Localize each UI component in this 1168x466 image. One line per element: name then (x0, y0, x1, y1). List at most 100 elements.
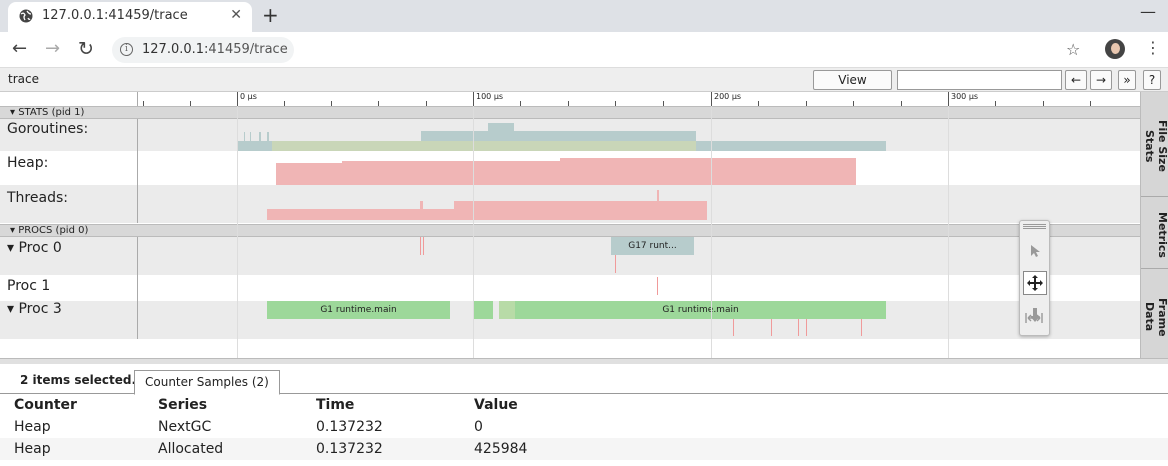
table-row[interactable]: Heap NextGC 0.137232 0 (0, 416, 1168, 438)
ruler-major-tick (711, 92, 712, 106)
slice-g1[interactable] (499, 301, 515, 319)
proc-0-label[interactable]: ▾ Proc 0 (7, 240, 62, 256)
forward-arrow-icon[interactable]: → (45, 38, 60, 59)
slice-g1[interactable] (474, 301, 493, 319)
goroutines-counter[interactable] (421, 131, 696, 141)
goroutines-counter-spike (250, 132, 251, 141)
timeline-tracks[interactable]: ▾ STATS (pid 1) Goroutines: Heap: Thread… (0, 106, 1140, 358)
event-marker[interactable] (423, 237, 424, 255)
threads-counter-step (454, 201, 707, 209)
proc-1-track[interactable]: Proc 1 (0, 275, 1140, 301)
event-marker[interactable] (615, 255, 616, 273)
track-label: Heap: (0, 151, 138, 185)
column-header-value[interactable]: Value (474, 394, 1168, 416)
drag-handle[interactable] (1023, 224, 1046, 229)
tab-title: 127.0.0.1:41459/trace (42, 8, 188, 23)
proc-1-label: Proc 1 (7, 278, 51, 294)
close-icon[interactable]: ✕ (230, 7, 242, 23)
heap-counter-step (560, 158, 856, 161)
heap-track[interactable]: Heap: (0, 151, 1140, 185)
column-header-time[interactable]: Time (316, 394, 474, 416)
table-header-row: Counter Series Time Value (0, 394, 1168, 416)
column-header-series[interactable]: Series (158, 394, 316, 416)
track-label: Threads: (0, 185, 138, 223)
browser-toolbar: ← → ↻ i 127.0.0.1:41459/trace ☆ ⋮ (0, 32, 1168, 68)
side-tab-frame-data[interactable]: Frame Data (1141, 282, 1168, 352)
track-label: ▾ Proc 3 (0, 301, 138, 339)
event-marker[interactable] (771, 319, 772, 336)
threads-counter-spike (657, 190, 659, 201)
event-marker[interactable] (806, 319, 807, 336)
cell-value: 0 (474, 419, 483, 435)
reload-icon[interactable]: ↻ (78, 38, 94, 60)
kebab-menu-icon[interactable]: ⋮ (1145, 38, 1161, 57)
info-icon[interactable]: i (120, 43, 133, 56)
threads-counter[interactable] (267, 209, 707, 220)
proc-3-track[interactable]: ▾ Proc 3 G1 runtime.main G1 runtime.main (0, 301, 1140, 339)
cell-counter: Heap (14, 419, 51, 435)
grid-line (237, 106, 238, 358)
divider (1141, 196, 1168, 197)
slice-g17[interactable]: G17 runt... (611, 237, 694, 255)
page-title: trace (8, 72, 39, 86)
goroutines-track[interactable]: Goroutines: (0, 119, 1140, 151)
threads-track[interactable]: Threads: (0, 185, 1140, 223)
tab-counter-samples[interactable]: Counter Samples (2) (134, 370, 280, 395)
url-text: 127.0.0.1:41459/trace (142, 42, 288, 57)
stats-group-header[interactable]: ▾ STATS (pid 1) (0, 106, 1140, 119)
proc-0-track[interactable]: ▾ Proc 0 G17 runt... (0, 237, 1140, 275)
grid-line (948, 106, 949, 358)
goroutines-counter-peak[interactable] (488, 123, 514, 131)
goroutines-counter-spike (259, 132, 261, 141)
find-previous-button[interactable]: ← (1065, 70, 1087, 90)
goroutines-label: Goroutines: (7, 121, 89, 137)
plus-icon[interactable]: + (262, 3, 279, 27)
globe-icon (19, 9, 33, 23)
cell-value: 425984 (474, 441, 528, 457)
address-bar[interactable]: i 127.0.0.1:41459/trace (112, 37, 294, 63)
slice-g1-main[interactable]: G1 runtime.main (515, 301, 886, 319)
goroutines-counter-spike (267, 132, 269, 141)
side-tab-metrics[interactable]: Metrics (1141, 210, 1168, 260)
procs-group-header[interactable]: ▾ PROCS (pid 0) (0, 224, 1140, 237)
column-header-counter[interactable]: Counter (0, 394, 158, 416)
back-arrow-icon[interactable]: ← (12, 38, 27, 59)
view-options-button[interactable]: View Options (813, 70, 892, 105)
threads-label: Threads: (7, 190, 68, 206)
side-panel-tabs: File Size Stats Metrics Frame Data (1140, 92, 1168, 358)
cursor-arrow-icon[interactable] (1023, 239, 1047, 263)
ruler-major-tick (473, 92, 474, 106)
time-ruler[interactable]: 0 µs 100 µs 200 µs 300 µs (0, 92, 1140, 106)
trace-viewer-header: trace View Options ← → » ? (0, 68, 1168, 105)
goroutines-counter-runnable[interactable] (272, 141, 696, 151)
search-input[interactable] (897, 70, 1062, 90)
find-next-button[interactable]: → (1090, 70, 1112, 90)
minimize-icon[interactable]: — (1140, 2, 1156, 21)
cell-time: 0.137232 (316, 441, 383, 457)
browser-tab[interactable]: 127.0.0.1:41459/trace ✕ (8, 2, 252, 32)
proc-3-label[interactable]: ▾ Proc 3 (7, 301, 62, 317)
track-label: ▾ Proc 0 (0, 237, 138, 275)
divider (1141, 268, 1168, 269)
table-row[interactable]: Heap Allocated 0.137232 425984 (0, 438, 1168, 460)
help-button[interactable]: ? (1143, 70, 1161, 90)
avatar[interactable] (1105, 39, 1125, 59)
heap-counter[interactable] (276, 163, 856, 185)
ruler-label: 200 µs (714, 92, 742, 101)
grid-line (711, 106, 712, 358)
ruler-label: 0 µs (240, 92, 257, 101)
ruler-label: 300 µs (951, 92, 979, 101)
star-icon[interactable]: ☆ (1066, 40, 1080, 59)
event-marker[interactable] (798, 319, 799, 336)
event-marker[interactable] (420, 237, 421, 255)
event-marker[interactable] (733, 319, 734, 336)
slice-g1-main[interactable]: G1 runtime.main (267, 301, 450, 319)
browser-tab-strip: 127.0.0.1:41459/trace ✕ + — (0, 0, 1168, 32)
analysis-tab-strip: 2 items selected. Counter Samples (2) (0, 364, 1168, 395)
move-arrows-icon[interactable] (1023, 271, 1047, 295)
expand-panel-button[interactable]: » (1118, 70, 1136, 90)
side-tab-file-size-stats[interactable]: File Size Stats (1141, 106, 1168, 186)
event-marker[interactable] (861, 319, 862, 336)
timing-icon[interactable] (1022, 306, 1046, 330)
event-marker[interactable] (657, 277, 658, 295)
